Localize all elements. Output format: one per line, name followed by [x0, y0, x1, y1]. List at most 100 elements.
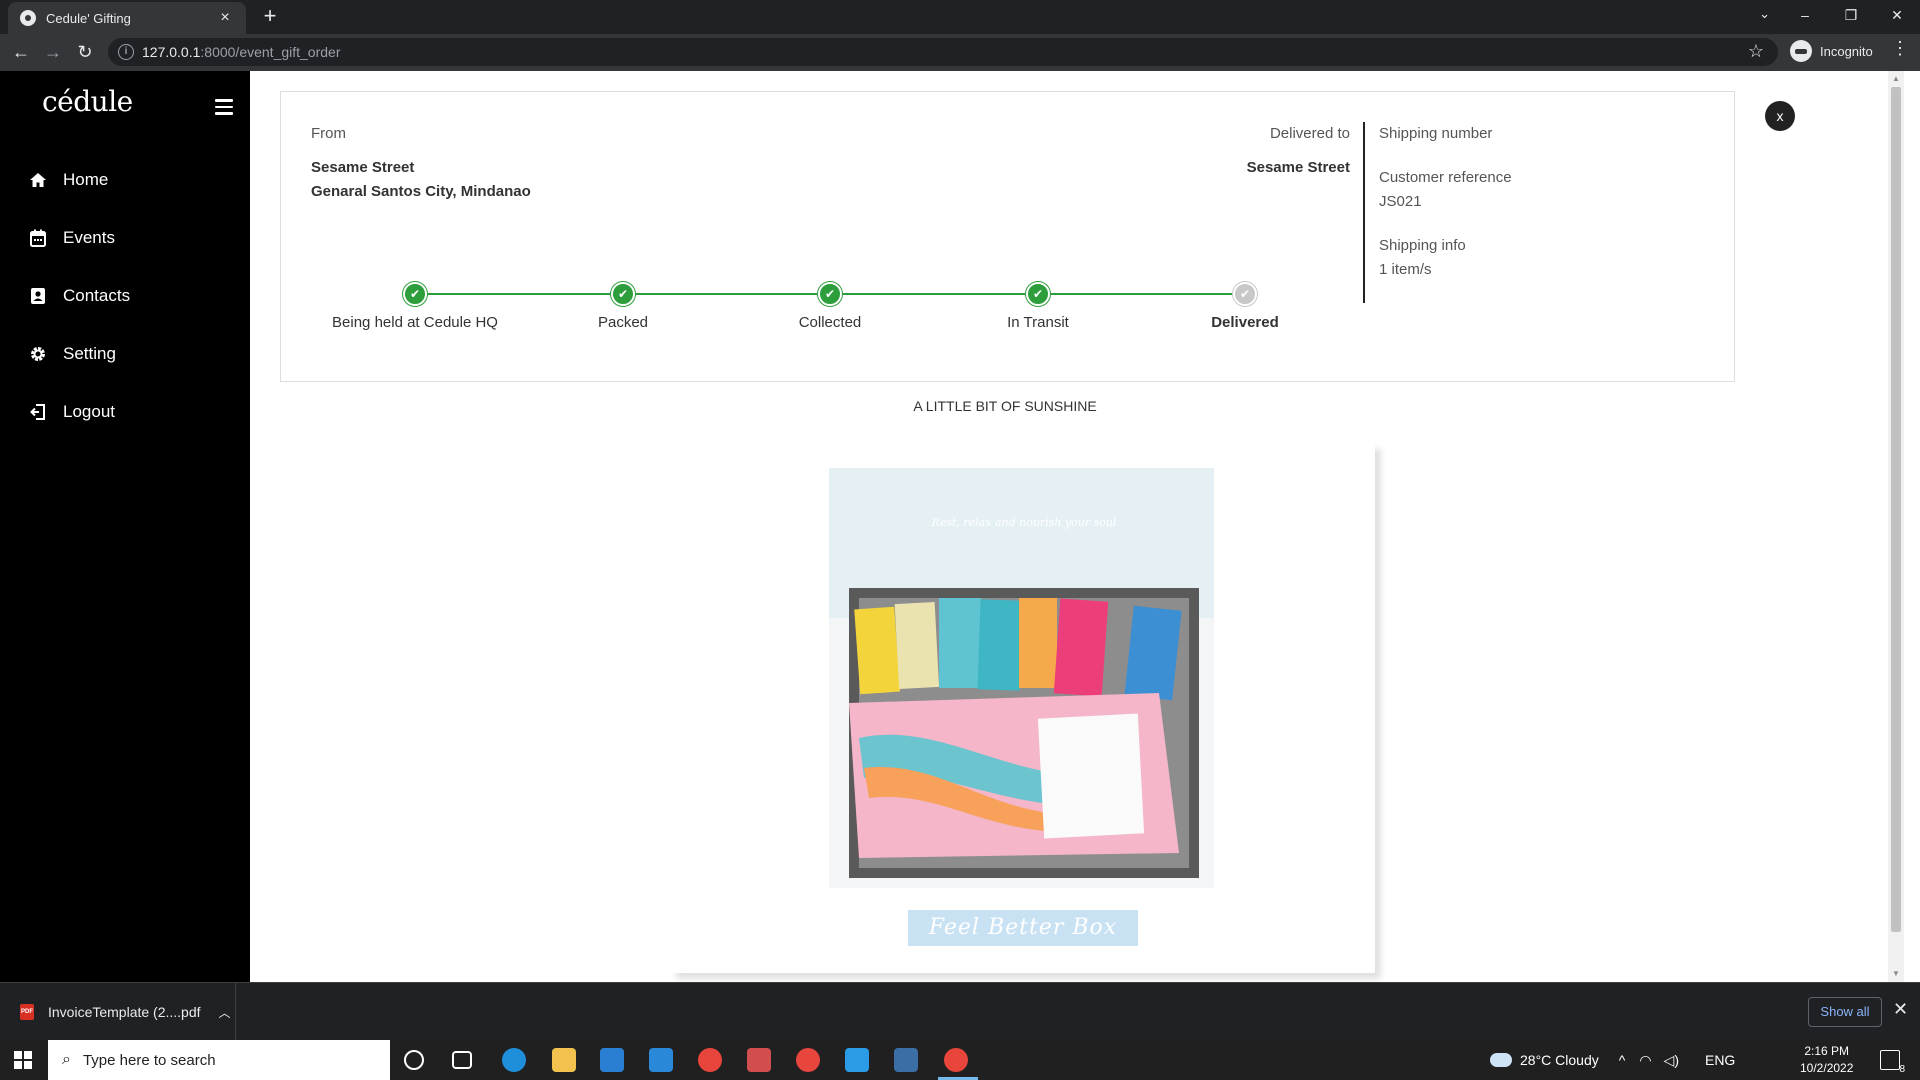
check-icon: ✔ [1026, 282, 1050, 306]
step-label: Delivered [1211, 314, 1279, 331]
clock-date: 10/2/2022 [1800, 1061, 1854, 1075]
cloud-weather-icon [1490, 1053, 1512, 1067]
vscode-icon[interactable] [845, 1048, 869, 1072]
shipping-number-label: Shipping number [1379, 125, 1493, 142]
taskbar-search-box[interactable]: ⌕ Type here to search [48, 1040, 390, 1080]
site-info-icon[interactable]: i [118, 44, 134, 60]
cortana-icon[interactable] [404, 1050, 424, 1070]
from-label: From [311, 125, 346, 142]
order-tracking-card: From Sesame Street Genaral Santos City, … [280, 91, 1735, 382]
close-button[interactable]: x [1765, 101, 1795, 131]
app-icon[interactable] [747, 1048, 771, 1072]
tab-search-icon[interactable]: ⌄ [1759, 6, 1770, 22]
task-view-icon[interactable] [452, 1051, 472, 1069]
step-label: Being held at Cedule HQ [332, 314, 498, 331]
sidebar-item-label: Setting [63, 344, 116, 363]
browser-tab-strip: Cedule' Gifting × + ⌄ – ❐ ✕ [0, 0, 1920, 34]
progress-step: ✔ In Transit [928, 282, 1148, 331]
file-explorer-icon[interactable] [552, 1048, 576, 1072]
progress-step: ✔ Delivered [1135, 282, 1355, 331]
sidebar-item-label: Logout [63, 402, 115, 421]
notification-center-icon[interactable]: 8 [1880, 1050, 1905, 1075]
gift-box-photo: Rest, relax and nourish your soul [829, 468, 1214, 888]
incognito-badge[interactable]: Incognito [1790, 40, 1873, 62]
download-item[interactable]: PDF InvoiceTemplate (2....pdf ︿ [0, 983, 236, 1041]
sidebar-item-label: Contacts [63, 286, 131, 305]
progress-step: ✔ Collected [720, 282, 940, 331]
windows-taskbar: ⌕ Type here to search 28°C Cloudy ^ ◠ ◁)… [0, 1040, 1920, 1080]
scroll-up-icon[interactable]: ▲ [1888, 71, 1904, 87]
back-icon[interactable]: ← [8, 39, 34, 65]
check-icon: ✔ [1233, 282, 1257, 306]
home-icon [29, 171, 47, 189]
network-icon[interactable]: ◠ [1639, 1052, 1651, 1069]
chevron-up-icon[interactable]: ︿ [219, 1004, 231, 1021]
tray-chevron-icon[interactable]: ^ [1619, 1052, 1626, 1068]
search-icon: ⌕ [62, 1051, 71, 1068]
box-title-banner: Feel Better Box [908, 910, 1138, 946]
language-indicator[interactable]: ENG [1705, 1052, 1735, 1068]
main-content: From Sesame Street Genaral Santos City, … [250, 71, 1904, 982]
store-icon[interactable] [600, 1048, 624, 1072]
chrome-icon[interactable] [698, 1048, 722, 1072]
window-close-icon[interactable]: ✕ [1874, 0, 1920, 30]
download-bar-close-icon[interactable]: ✕ [1893, 999, 1908, 1020]
sidebar-item-setting[interactable]: Setting [29, 339, 116, 369]
scroll-down-icon[interactable]: ▼ [1888, 966, 1904, 982]
restore-icon[interactable]: ❐ [1828, 0, 1874, 30]
download-file-name: InvoiceTemplate (2....pdf [48, 1004, 201, 1020]
tab-title: Cedule' Gifting [46, 10, 131, 26]
progress-step: ✔ Being held at Cedule HQ [305, 282, 525, 331]
sidebar-item-contacts[interactable]: Contacts [29, 281, 130, 311]
minimize-icon[interactable]: – [1782, 0, 1828, 30]
delivery-progress-tracker: ✔ Being held at Cedule HQ ✔ Packed ✔ Col… [311, 282, 1346, 342]
chrome-incognito-icon[interactable] [944, 1048, 968, 1072]
taskbar-clock[interactable]: 2:16 PM 10/2/2022 [1800, 1043, 1853, 1077]
browser-toolbar: ← → ↻ i 127.0.0.1:8000/event_gift_order … [0, 34, 1920, 71]
clock-time: 2:16 PM [1804, 1044, 1850, 1058]
python-idle-icon[interactable] [894, 1048, 918, 1072]
show-all-button[interactable]: Show all [1808, 997, 1882, 1027]
sidebar-item-logout[interactable]: Logout [29, 397, 115, 427]
customer-reference-value: JS021 [1379, 193, 1422, 210]
download-bar: PDF InvoiceTemplate (2....pdf ︿ Show all… [0, 982, 1920, 1041]
browser-tab[interactable]: Cedule' Gifting × [8, 2, 246, 34]
from-address-line1: Sesame Street [311, 159, 415, 176]
reload-icon[interactable]: ↻ [72, 39, 98, 65]
chrome-profile-icon[interactable] [796, 1048, 820, 1072]
from-address-line2: Genaral Santos City, Mindanao [311, 183, 531, 200]
contacts-icon [29, 287, 47, 305]
calendar-icon [29, 229, 47, 247]
notification-count: 8 [1899, 1064, 1905, 1075]
system-tray: 28°C Cloudy ^ ◠ ◁) ENG [1490, 1040, 1735, 1080]
incognito-icon [1790, 40, 1812, 62]
sidebar-item-label: Events [63, 228, 115, 247]
tab-close-icon[interactable]: × [216, 9, 234, 27]
box-lid-text: Rest, relax and nourish your soul [931, 516, 1117, 529]
sidebar-item-label: Home [63, 170, 109, 189]
pdf-file-icon: PDF [20, 1004, 34, 1020]
volume-icon[interactable]: ◁) [1664, 1052, 1679, 1069]
scroll-thumb[interactable] [1891, 87, 1901, 932]
logout-icon [29, 403, 47, 421]
forward-icon[interactable]: → [40, 39, 66, 65]
customer-reference-label: Customer reference [1379, 169, 1512, 186]
address-bar[interactable]: i 127.0.0.1:8000/event_gift_order ☆ [108, 38, 1778, 66]
incognito-label: Incognito [1820, 43, 1873, 59]
browser-menu-icon[interactable]: ⋮ [1890, 38, 1910, 59]
new-tab-button[interactable]: + [258, 4, 282, 28]
weather-text[interactable]: 28°C Cloudy [1520, 1052, 1599, 1068]
progress-step: ✔ Packed [513, 282, 733, 331]
logo: cédule [42, 85, 133, 118]
bookmark-star-icon[interactable]: ☆ [1748, 41, 1764, 62]
sidebar-item-events[interactable]: Events [29, 223, 115, 253]
hamburger-menu-icon[interactable] [215, 99, 233, 119]
edge-icon[interactable] [502, 1048, 526, 1072]
mail-icon[interactable] [649, 1048, 673, 1072]
url-text: 127.0.0.1:8000/event_gift_order [142, 44, 341, 60]
windows-start-icon[interactable] [14, 1051, 32, 1069]
page-scrollbar[interactable]: ▲ ▼ [1888, 71, 1904, 982]
taskbar-search-placeholder: Type here to search [82, 1051, 216, 1069]
delivered-to-label: Delivered to [1269, 125, 1350, 142]
sidebar-item-home[interactable]: Home [29, 165, 108, 195]
